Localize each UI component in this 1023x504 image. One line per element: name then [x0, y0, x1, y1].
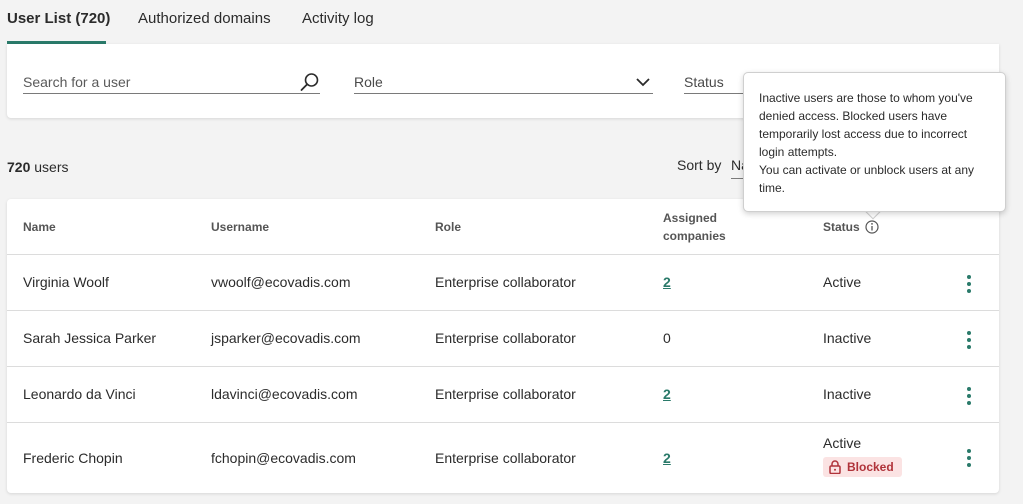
tooltip-line: Inactive users are those to whom you've — [759, 91, 973, 105]
cell-name: Frederic Chopin — [23, 450, 123, 466]
cell-role: Enterprise collaborator — [435, 386, 576, 402]
tooltip-line: You can activate or unblock users at any — [759, 163, 975, 177]
role-select-label: Role — [354, 74, 383, 90]
assigned-companies-link[interactable]: 2 — [663, 450, 671, 466]
cell-assigned-companies: 0 — [663, 330, 671, 346]
cell-name: Sarah Jessica Parker — [23, 330, 157, 346]
cell-status: Inactive — [823, 330, 872, 346]
header-assigned-line1: Assigned — [663, 211, 718, 225]
chevron-down-icon — [636, 78, 650, 87]
tab-activity-log[interactable]: Activity log — [302, 10, 374, 27]
tooltip-line: login attempts. — [759, 145, 838, 159]
role-select[interactable]: Role — [354, 72, 653, 94]
tab-authorized-domains[interactable]: Authorized domains — [138, 10, 271, 27]
cell-status: Inactive — [823, 386, 872, 402]
cell-role: Enterprise collaborator — [435, 330, 576, 346]
info-icon[interactable] — [865, 220, 879, 234]
header-assigned-companies[interactable]: Assigned companies — [663, 209, 726, 245]
cell-username: ldavinci@ecovadis.com — [211, 386, 358, 402]
tooltip-line: denied access. Blocked users have — [759, 109, 948, 123]
more-vertical-icon[interactable] — [965, 275, 973, 295]
cell-username: fchopin@ecovadis.com — [211, 450, 356, 466]
blocked-badge: Blocked — [823, 457, 902, 477]
more-vertical-icon[interactable] — [965, 449, 973, 469]
status-select[interactable]: Status — [684, 72, 744, 94]
user-count-suffix: users — [30, 159, 69, 175]
tooltip-line: time. — [759, 181, 786, 195]
user-count-number: 720 — [7, 159, 31, 175]
table-row[interactable]: Virginia Woolf vwoolf@ecovadis.com Enter… — [7, 255, 999, 311]
header-assigned-line2: companies — [663, 229, 726, 243]
header-role[interactable]: Role — [435, 218, 461, 236]
search-icon[interactable] — [300, 72, 320, 92]
cell-role: Enterprise collaborator — [435, 450, 576, 466]
lock-icon — [829, 460, 841, 474]
cell-name: Virginia Woolf — [23, 274, 109, 290]
more-vertical-icon[interactable] — [965, 387, 973, 407]
user-table: Name Username Role Assigned companies St… — [7, 199, 999, 493]
header-username[interactable]: Username — [211, 218, 269, 236]
tab-user-list[interactable]: User List (720) — [7, 10, 110, 27]
header-status[interactable]: Status — [823, 218, 879, 236]
status-select-label: Status — [684, 74, 724, 90]
cell-status: Active — [823, 274, 862, 290]
blocked-label: Blocked — [847, 460, 894, 474]
search-input[interactable] — [23, 72, 320, 92]
search-field — [23, 72, 320, 94]
sort-label: Sort by — [677, 157, 722, 173]
cell-role: Enterprise collaborator — [435, 274, 576, 290]
table-row[interactable]: Sarah Jessica Parker jsparker@ecovadis.c… — [7, 311, 999, 367]
cell-name: Leonardo da Vinci — [23, 386, 136, 402]
more-vertical-icon[interactable] — [965, 331, 973, 351]
cell-username: jsparker@ecovadis.com — [211, 330, 361, 346]
header-status-label: Status — [823, 220, 860, 234]
header-name[interactable]: Name — [23, 218, 56, 236]
assigned-companies-link[interactable]: 2 — [663, 274, 671, 290]
status-info-tooltip: Inactive users are those to whom you've … — [743, 72, 1006, 212]
table-row[interactable]: Frederic Chopin fchopin@ecovadis.com Ent… — [7, 423, 999, 493]
table-row[interactable]: Leonardo da Vinci ldavinci@ecovadis.com … — [7, 367, 999, 423]
user-count: 720 users — [7, 159, 68, 175]
assigned-companies-link[interactable]: 2 — [663, 386, 671, 402]
cell-status: Active — [823, 435, 862, 451]
tab-bar: User List (720) Authorized domains Activ… — [0, 0, 1023, 44]
cell-username: vwoolf@ecovadis.com — [211, 274, 351, 290]
tooltip-line: temporarily lost access due to incorrect — [759, 127, 968, 141]
